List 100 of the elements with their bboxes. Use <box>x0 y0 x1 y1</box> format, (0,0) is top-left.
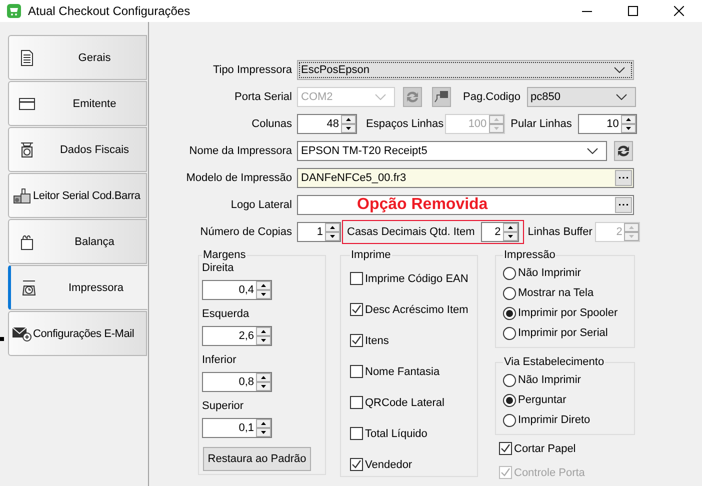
app-cart-icon <box>7 4 21 18</box>
radio-button[interactable] <box>503 394 516 406</box>
radio-label: Não Imprimir <box>518 374 581 386</box>
checkbox[interactable] <box>350 334 363 347</box>
checkbox-label: Imprime Código EAN <box>365 272 468 284</box>
group-title: Via Estabelecimento <box>503 356 606 368</box>
number-spinner[interactable]: 48 <box>297 114 357 134</box>
group-title: Margens <box>202 249 247 261</box>
scanner-icon <box>13 188 31 204</box>
annotation-text: Opção Removida <box>356 196 489 214</box>
device-button[interactable] <box>432 87 451 107</box>
checkbox[interactable] <box>350 427 363 440</box>
checkbox-label: Nome Fantasia <box>365 366 440 378</box>
number-spinner[interactable]: 0,4 <box>202 280 272 300</box>
radio-button[interactable] <box>503 306 516 320</box>
dropdown[interactable]: EscPosEpson <box>297 60 634 80</box>
field-label: Direita <box>202 262 234 274</box>
radio-label: Imprimir por Spooler <box>518 307 618 319</box>
chevron-icon <box>587 148 598 154</box>
field-label: Logo Lateral <box>230 199 292 211</box>
field-label: Nome da Impressora <box>188 145 292 157</box>
radio-button[interactable] <box>503 326 516 340</box>
sidebar-tab[interactable]: Configurações E-Mail <box>8 311 147 356</box>
checkbox[interactable] <box>350 396 363 409</box>
refresh-icon <box>616 144 631 158</box>
sidebar-tab[interactable]: Gerais <box>8 35 147 80</box>
sidebar-tab[interactable]: Impressora <box>8 265 148 310</box>
refresh-icon <box>405 90 420 104</box>
field-label: Linhas Buffer <box>528 226 592 238</box>
checkbox[interactable] <box>350 272 363 285</box>
checkbox-label: Desc Acréscimo Item <box>365 304 468 316</box>
checkbox[interactable] <box>499 442 512 455</box>
checkbox-label: Itens <box>365 334 389 346</box>
field-label: Número de Copias <box>199 226 292 238</box>
maximize-icon <box>628 6 638 16</box>
radio-label: Imprimir por Serial <box>518 327 608 339</box>
checkbox-label: Total Líquido <box>365 428 428 440</box>
chevron-icon <box>614 67 625 73</box>
sidebar-tab[interactable]: Dados Fiscais <box>8 127 147 172</box>
spin-arrows-icon[interactable] <box>620 115 636 133</box>
number-spinner[interactable]: 0,1 <box>202 418 272 438</box>
spin-arrows-icon[interactable] <box>256 327 271 345</box>
refresh-button[interactable] <box>614 141 633 161</box>
reset-button[interactable]: Restaura ao Padrão <box>203 447 311 471</box>
spin-arrows-icon[interactable] <box>256 281 271 299</box>
radio-button[interactable] <box>503 286 516 300</box>
spin-arrows-icon[interactable] <box>325 223 340 241</box>
dropdown[interactable]: pc850 <box>526 87 636 107</box>
field-label: Pular Linhas <box>510 118 572 130</box>
radio-label: Perguntar <box>518 394 566 406</box>
spin-arrows-icon[interactable] <box>256 373 271 391</box>
field-label: Porta Serial <box>234 91 292 103</box>
radio-label: Mostrar na Tela <box>518 287 594 299</box>
dropdown[interactable]: EPSON TM-T20 Receipt5 <box>297 141 607 161</box>
checkbox-label: QRCode Lateral <box>365 396 444 408</box>
browse-button[interactable] <box>615 197 632 213</box>
radio-label: Não Imprimir <box>518 267 581 279</box>
number-spinner[interactable]: 0,8 <box>202 372 272 392</box>
card-icon <box>19 98 35 110</box>
field-label: Inferior <box>202 354 236 366</box>
timer-scale-icon <box>21 280 37 296</box>
number-spinner[interactable]: 2,6 <box>202 326 272 346</box>
plug-icon <box>434 90 449 104</box>
sidebar-tab[interactable]: Balança <box>8 219 147 264</box>
field-label: Tipo Impressora <box>212 64 292 76</box>
spin-arrows-icon[interactable] <box>341 115 356 133</box>
document-icon <box>21 50 33 66</box>
checkbox-label: Controle Porta <box>514 466 585 478</box>
number-spinner[interactable]: 10 <box>578 114 637 134</box>
group-title: Imprime <box>350 249 392 261</box>
number-spinner[interactable]: 1 <box>297 222 341 242</box>
checkbox[interactable] <box>350 303 363 316</box>
sidebar-tab[interactable]: Leitor Serial Cod.Barra <box>8 173 147 218</box>
mail-plus-icon <box>12 326 32 342</box>
checkbox-label: Cortar Papel <box>514 442 576 454</box>
group-title: Impressão <box>503 249 556 261</box>
radio-button[interactable] <box>503 414 516 426</box>
checkbox[interactable] <box>350 365 363 378</box>
chevron-icon <box>375 94 386 100</box>
browse-button[interactable] <box>615 170 632 186</box>
bag-icon <box>20 234 34 250</box>
radio-button[interactable] <box>503 266 516 280</box>
checkbox-label: Vendedor <box>365 458 412 470</box>
field-label: Modelo de Impressão <box>185 172 292 184</box>
chevron-icon <box>616 94 626 100</box>
field-label: Colunas <box>250 118 292 130</box>
field-label: Esquerda <box>202 308 250 320</box>
checkbox[interactable] <box>350 458 363 471</box>
number-spinner[interactable]: 2 <box>480 222 519 242</box>
scale-icon <box>20 142 34 158</box>
radio-label: Imprimir Direto <box>518 414 590 426</box>
sidebar-tab[interactable]: Emitente <box>8 81 147 126</box>
file-field[interactable]: Opção Removida <box>297 195 634 215</box>
radio-button[interactable] <box>503 374 516 386</box>
spin-arrows-icon[interactable] <box>502 223 518 241</box>
field-label: Superior <box>202 400 244 412</box>
spin-arrows-icon[interactable] <box>256 419 271 437</box>
window-title: Atual Checkout Configurações <box>28 4 192 18</box>
field-label: Casas Decimais Qtd. Item <box>347 226 475 238</box>
file-field[interactable]: DANFeNFCe5_00.fr3 <box>297 168 634 188</box>
